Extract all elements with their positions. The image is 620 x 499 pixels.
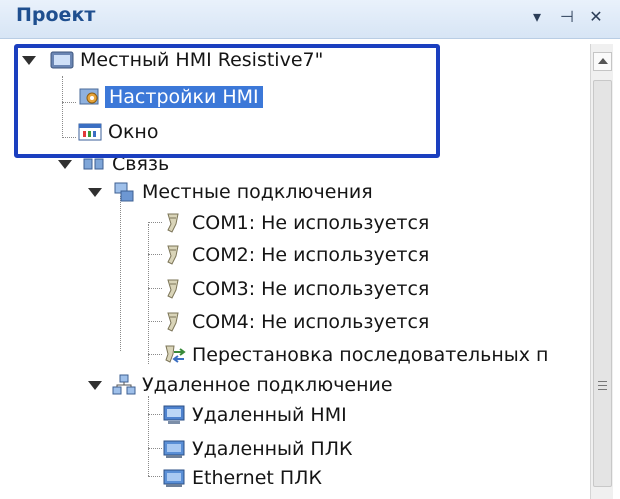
tree-connector <box>148 414 162 415</box>
close-icon[interactable]: ✕ <box>585 6 607 28</box>
tree-item-label: COM3: Не используется <box>192 278 430 300</box>
tree-item-remote-connection[interactable]: Удаленное подключение <box>88 369 393 401</box>
panel-titlebar: Проект ▾ ⊣ ✕ <box>0 0 620 39</box>
tree-item-label: Удаленный HMI <box>192 404 347 426</box>
hmi-device-icon <box>50 49 74 71</box>
tree-item-label: COM4: Не используется <box>192 311 430 333</box>
collapse-arrow-icon[interactable] <box>58 160 72 169</box>
tree-connector <box>148 396 149 476</box>
vertical-scrollbar[interactable] <box>590 44 613 499</box>
remote-plc-icon <box>162 438 186 460</box>
scroll-up-button[interactable] <box>593 52 612 71</box>
dropdown-icon[interactable]: ▾ <box>526 6 548 28</box>
tree-connector <box>62 137 76 138</box>
tree-item-com1[interactable]: COM1: Не используется <box>162 207 429 239</box>
tree-item-root[interactable]: Местный HMI Resistive7" <box>22 44 323 76</box>
tree-item-com3[interactable]: COM3: Не используется <box>162 273 429 305</box>
tree-item-label: Связь <box>112 153 170 175</box>
panel-title: Проект <box>16 4 96 26</box>
connection-icon <box>82 153 106 175</box>
tree-connector <box>148 354 162 355</box>
tree-item-label: COM1: Не используется <box>192 212 430 234</box>
tree-item-label: Окно <box>108 121 159 143</box>
tree-connector <box>148 224 149 364</box>
tree-connector <box>148 476 162 477</box>
scroll-grip-icon <box>598 381 607 382</box>
tree-item-serial-swap[interactable]: Перестановка последовательных п <box>162 339 548 371</box>
serial-port-icon <box>162 244 186 266</box>
serial-port-icon <box>162 212 186 234</box>
local-network-icon <box>112 181 136 203</box>
window-icon <box>78 121 102 143</box>
serial-swap-icon <box>162 344 186 366</box>
tree-item-label: Перестановка последовательных п <box>192 344 549 366</box>
tree-connector <box>62 102 76 103</box>
remote-network-icon <box>112 374 136 396</box>
tree-item-label: COM2: Не используется <box>192 244 430 266</box>
settings-icon <box>78 86 102 108</box>
tree-item-label: Настройки HMI <box>105 86 263 108</box>
tree-item-remote-hmi[interactable]: Удаленный HMI <box>162 399 347 431</box>
remote-hmi-icon <box>162 404 186 426</box>
tree-item-hmi-settings[interactable]: Настройки HMI <box>78 81 263 113</box>
tree-connector <box>148 288 162 289</box>
pin-icon[interactable]: ⊣ <box>556 6 578 28</box>
project-tree: Местный HMI Resistive7" Настройки HMI Ок… <box>0 38 584 499</box>
scroll-grip-icon <box>598 389 607 390</box>
tree-item-label: Удаленный ПЛК <box>192 438 353 460</box>
tree-item-label: Ethernet ПЛК <box>192 467 322 489</box>
tree-item-label: Местный HMI Resistive7" <box>80 49 324 71</box>
tree-connector <box>148 254 162 255</box>
tree-item-ethernet-plc[interactable]: Ethernet ПЛК <box>162 462 322 494</box>
tree-item-label: Местные подключения <box>142 181 373 203</box>
collapse-arrow-icon[interactable] <box>88 381 102 390</box>
tree-item-window[interactable]: Окно <box>78 116 158 148</box>
ethernet-plc-icon <box>162 467 186 489</box>
scroll-thumb[interactable] <box>593 80 612 487</box>
tree-connector <box>120 196 121 351</box>
scroll-grip-icon <box>598 385 607 386</box>
tree-connector <box>148 321 162 322</box>
collapse-arrow-icon[interactable] <box>22 56 36 65</box>
serial-port-icon <box>162 278 186 300</box>
project-panel: Проект ▾ ⊣ ✕ Местный HMI Resistive7" Нас… <box>0 0 620 499</box>
serial-port-icon <box>162 311 186 333</box>
tree-connector <box>148 448 162 449</box>
tree-connector <box>62 76 63 138</box>
collapse-arrow-icon[interactable] <box>88 188 102 197</box>
tree-item-label: Удаленное подключение <box>142 374 393 396</box>
tree-item-com2[interactable]: COM2: Не используется <box>162 239 429 271</box>
tree-connector <box>148 222 162 223</box>
tree-item-remote-plc[interactable]: Удаленный ПЛК <box>162 433 353 465</box>
tree-item-com4[interactable]: COM4: Не используется <box>162 306 429 338</box>
tree-item-local-connections[interactable]: Местные подключения <box>88 176 373 208</box>
